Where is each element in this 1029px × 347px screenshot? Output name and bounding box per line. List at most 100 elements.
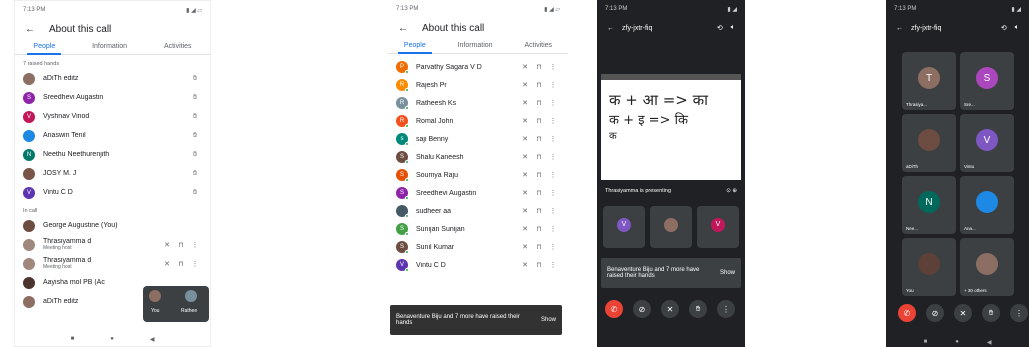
more-vert-icon[interactable]: ⋮ xyxy=(546,81,560,89)
mic-off-button[interactable]: ✕ xyxy=(954,304,972,322)
list-item[interactable]: S Soumya Raju ✕ ⊓ ⋮ xyxy=(388,166,568,184)
more-vert-icon[interactable]: ⋮ xyxy=(546,261,560,269)
participant-tile[interactable]: S Sre... xyxy=(960,52,1014,110)
pin-icon[interactable]: ⊓ xyxy=(532,243,546,251)
participant-tile[interactable]: + 30 others xyxy=(960,238,1014,296)
list-item[interactable]: George Augustine (You) xyxy=(15,216,210,235)
pin-icon[interactable]: ⊓ xyxy=(174,241,188,249)
participant-tile[interactable]: aDiTh xyxy=(902,114,956,172)
pin-icon[interactable]: ⊓ xyxy=(532,225,546,233)
list-item[interactable]: s saji Benny ✕ ⊓ ⋮ xyxy=(388,130,568,148)
participant-tile[interactable]: V xyxy=(603,206,645,248)
tab-people[interactable]: People xyxy=(27,43,61,55)
nav-recents-icon[interactable]: ■ xyxy=(924,339,928,345)
list-item[interactable]: Thrasiyamma d Meeting host ✕ ⊓ ⋮ xyxy=(15,254,210,273)
participant-tile[interactable]: N Nee... xyxy=(902,176,956,234)
list-item[interactable]: V Vintu C D ✕ ⊓ ⋮ xyxy=(388,256,568,274)
participant-tile[interactable]: V Vintu xyxy=(960,114,1014,172)
switch-camera-icon[interactable]: ⟲ xyxy=(1001,24,1007,32)
pin-icon[interactable]: ⊓ xyxy=(532,261,546,269)
switch-camera-icon[interactable]: ⟲ xyxy=(717,24,723,32)
back-arrow-icon[interactable]: ← xyxy=(896,25,903,32)
nav-home-icon[interactable]: ● xyxy=(110,336,114,342)
raised-hand-icon[interactable]: ✋︎ xyxy=(188,94,202,102)
toast-show-button[interactable]: Show xyxy=(720,270,735,276)
more-vert-icon[interactable]: ⋮ xyxy=(546,99,560,107)
more-options-button[interactable]: ⋮ xyxy=(1010,304,1028,322)
list-item[interactable]: V Vyshnav Vinod ✋︎ xyxy=(15,107,210,126)
list-item[interactable]: N Neethu Neethurenjith ✋︎ xyxy=(15,145,210,164)
raised-hand-icon[interactable]: ✋︎ xyxy=(188,189,202,197)
speaker-icon[interactable]: 🔈︎ xyxy=(1015,24,1019,32)
more-vert-icon[interactable]: ⋮ xyxy=(546,243,560,251)
nav-back-icon[interactable]: ◀ xyxy=(150,336,155,343)
raise-hand-button[interactable]: ✋︎ xyxy=(982,304,1000,322)
participant-tile[interactable]: Ana... xyxy=(960,176,1014,234)
participant-tile[interactable]: You xyxy=(902,238,956,296)
tab-activities[interactable]: Activities xyxy=(164,43,192,50)
presentation-controls[interactable]: ⊙ ⊕ xyxy=(726,188,737,194)
end-call-button[interactable]: ✆ xyxy=(898,304,916,322)
list-item[interactable]: S Sreedhevi Augastin ✋︎ xyxy=(15,88,210,107)
raised-hand-icon[interactable]: ✋︎ xyxy=(188,75,202,83)
pin-icon[interactable]: ⊓ xyxy=(532,99,546,107)
pin-icon[interactable]: ⊓ xyxy=(174,260,188,268)
list-item[interactable]: JOSY M. J ✋︎ xyxy=(15,164,210,183)
meeting-code[interactable]: zfy-jxtr-fiq xyxy=(622,25,709,32)
list-item[interactable]: S Shalu Kaneesh ✕ ⊓ ⋮ xyxy=(388,148,568,166)
camera-off-button[interactable]: ⊘ xyxy=(926,304,944,322)
pin-icon[interactable]: ⊓ xyxy=(532,117,546,125)
more-vert-icon[interactable]: ⋮ xyxy=(546,207,560,215)
more-vert-icon[interactable]: ⋮ xyxy=(546,153,560,161)
more-options-button[interactable]: ⋮ xyxy=(717,300,735,318)
raised-hand-icon[interactable]: ✋︎ xyxy=(188,132,202,140)
raised-hand-icon[interactable]: ✋︎ xyxy=(188,170,202,178)
tab-people[interactable]: People xyxy=(397,42,432,54)
list-item[interactable]: sudheer aa ✕ ⊓ ⋮ xyxy=(388,202,568,220)
pin-icon[interactable]: ⊓ xyxy=(532,189,546,197)
toast-show-button[interactable]: Show xyxy=(541,317,556,323)
pip-overlay[interactable]: You Rathee xyxy=(143,286,209,322)
list-item[interactable]: aDiTh editz ✋︎ xyxy=(15,69,210,88)
list-item[interactable]: R Ratheesh Ks ✕ ⊓ ⋮ xyxy=(388,94,568,112)
raise-hand-button[interactable]: ✋︎ xyxy=(689,300,707,318)
meeting-code[interactable]: zfy-jxtr-fiq xyxy=(911,25,993,32)
list-item[interactable]: V Vintu C D ✋︎ xyxy=(15,183,210,202)
list-item[interactable]: R Rajesh Pr ✕ ⊓ ⋮ xyxy=(388,76,568,94)
back-arrow-icon[interactable]: ← xyxy=(607,25,614,32)
list-item[interactable]: Thrasiyamma d Meeting host ✕ ⊓ ⋮ xyxy=(15,235,210,254)
pin-icon[interactable]: ⊓ xyxy=(532,207,546,215)
pin-icon[interactable]: ⊓ xyxy=(532,171,546,179)
camera-off-button[interactable]: ⊘ xyxy=(633,300,651,318)
tab-activities[interactable]: Activities xyxy=(524,42,552,49)
mic-off-button[interactable]: ✕ xyxy=(661,300,679,318)
participant-tile[interactable]: V xyxy=(697,206,739,248)
list-item[interactable]: S Sreedhevi Augastin ✕ ⊓ ⋮ xyxy=(388,184,568,202)
pin-icon[interactable]: ⊓ xyxy=(532,153,546,161)
tab-information[interactable]: Information xyxy=(458,42,493,49)
list-item[interactable]: S Sunijan Sunijan ✕ ⊓ ⋮ xyxy=(388,220,568,238)
more-vert-icon[interactable]: ⋮ xyxy=(546,63,560,71)
nav-home-icon[interactable]: ● xyxy=(955,339,959,345)
list-item[interactable]: R Romal John ✕ ⊓ ⋮ xyxy=(388,112,568,130)
end-call-button[interactable]: ✆ xyxy=(605,300,623,318)
more-vert-icon[interactable]: ⋮ xyxy=(546,225,560,233)
more-vert-icon[interactable]: ⋮ xyxy=(188,241,202,249)
pin-icon[interactable]: ⊓ xyxy=(532,135,546,143)
more-vert-icon[interactable]: ⋮ xyxy=(546,171,560,179)
nav-recents-icon[interactable]: ■ xyxy=(71,336,75,342)
speaker-icon[interactable]: 🔈︎ xyxy=(731,24,735,32)
participant-tile[interactable]: T Thrasiya... xyxy=(902,52,956,110)
pin-icon[interactable]: ⊓ xyxy=(532,81,546,89)
raised-hand-icon[interactable]: ✋︎ xyxy=(188,113,202,121)
nav-back-icon[interactable]: ◀ xyxy=(987,339,992,346)
participant-tile[interactable] xyxy=(650,206,692,248)
list-item[interactable]: S Sunil Kumar ✕ ⊓ ⋮ xyxy=(388,238,568,256)
more-vert-icon[interactable]: ⋮ xyxy=(546,135,560,143)
more-vert-icon[interactable]: ⋮ xyxy=(546,117,560,125)
back-arrow-icon[interactable]: ← xyxy=(25,24,35,35)
more-vert-icon[interactable]: ⋮ xyxy=(546,189,560,197)
list-item[interactable]: P Parvathy Sagara V D ✕ ⊓ ⋮ xyxy=(388,58,568,76)
tab-information[interactable]: Information xyxy=(92,43,127,50)
back-arrow-icon[interactable]: ← xyxy=(398,23,408,34)
